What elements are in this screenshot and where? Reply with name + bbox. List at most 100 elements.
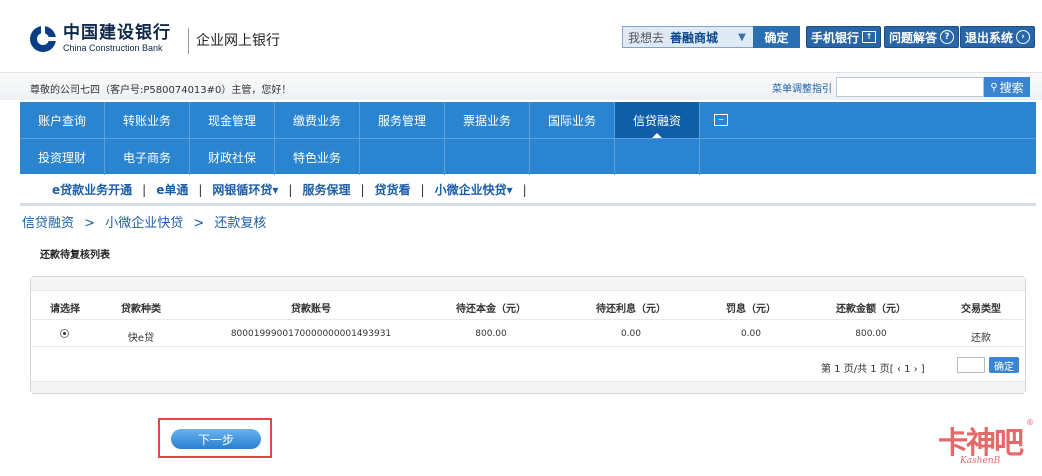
nav-row-2: 投资理财 电子商务 财政社保 特色业务 bbox=[20, 138, 1036, 175]
col-header-account: 贷款账号 bbox=[291, 304, 331, 315]
search-input[interactable] bbox=[836, 77, 984, 97]
breadcrumb-separator: > bbox=[193, 216, 205, 231]
nav-row-1: 账户查询 转账业务 现金管理 缴费业务 服务管理 票据业务 国际业务 信贷融资 … bbox=[20, 102, 1036, 138]
col-header-tx-type: 交易类型 bbox=[961, 304, 1001, 315]
page-number-input[interactable] bbox=[957, 357, 985, 373]
row-select-radio[interactable] bbox=[60, 329, 69, 338]
greeting-text: 尊敬的公司七四（客户号:P580074013#0）主管，您好！ bbox=[30, 85, 292, 96]
header: 中国建设银行 China Construction Bank 企业网上银行 我想… bbox=[0, 0, 1042, 72]
logo-text: 中国建设银行 China Construction Bank bbox=[63, 25, 171, 53]
bank-logo[interactable]: 中国建设银行 China Construction Bank bbox=[28, 24, 171, 54]
nav-item-account-query[interactable]: 账户查询 bbox=[20, 102, 105, 138]
nav-empty-cell bbox=[445, 139, 530, 175]
ccb-logo-icon bbox=[30, 26, 57, 52]
cell-principal: 800.00 bbox=[475, 329, 507, 339]
breadcrumb-item[interactable]: 小微企业快贷 bbox=[105, 216, 183, 231]
breadcrumb-separator: > bbox=[84, 216, 96, 231]
subnav-item-eloan[interactable]: e贷款业务开通 bbox=[52, 181, 132, 198]
subnav-item-edan[interactable]: e单通 bbox=[156, 181, 188, 198]
chevron-down-icon[interactable]: ▼ bbox=[731, 27, 753, 47]
watermark-sub: KashenB bbox=[960, 456, 1001, 466]
menu-guide-link[interactable]: 菜单调整指引 bbox=[772, 80, 832, 95]
col-header-principal: 待还本金（元） bbox=[456, 304, 526, 315]
watermark-reg: ® bbox=[1026, 418, 1034, 427]
nav-item-service-management[interactable]: 服务管理 bbox=[360, 102, 445, 138]
watermark-logo: 卡神吧 KashenB ® bbox=[938, 418, 1034, 474]
search-icon: ⚲ bbox=[990, 81, 998, 93]
faq-button[interactable]: 问题解答 ? bbox=[884, 26, 960, 48]
mobile-banking-button[interactable]: 手机银行 ↑ bbox=[806, 26, 882, 48]
cell-loan-type: 快e贷 bbox=[127, 333, 155, 344]
cell-interest: 0.00 bbox=[620, 329, 642, 339]
nav-item-payment[interactable]: 缴费业务 bbox=[275, 102, 360, 138]
breadcrumb-current: 还款复核 bbox=[214, 216, 267, 231]
nav-empty-cell bbox=[615, 139, 700, 175]
subnav-item-revolving-loan[interactable]: 网银循环贷▾ bbox=[212, 181, 278, 198]
subnav-separator: | bbox=[198, 182, 203, 197]
nav-item-transfer[interactable]: 转账业务 bbox=[105, 102, 190, 138]
col-header-loan-type: 贷款种类 bbox=[121, 304, 161, 315]
logo-divider bbox=[188, 28, 189, 54]
table-row[interactable]: 快e贷 8000199900170000000001493931 800.00 … bbox=[31, 319, 1025, 347]
nav-item-credit-financing[interactable]: 信贷融资 bbox=[615, 102, 700, 138]
subnav-item-factoring[interactable]: 服务保理 bbox=[302, 181, 350, 198]
repayment-table-panel: 请选择 贷款种类 贷款账号 待还本金（元） 待还利息（元） 罚息（元） 还款金额… bbox=[30, 276, 1026, 394]
subnav-separator: | bbox=[142, 182, 147, 197]
goto-label: 我想去 bbox=[628, 30, 665, 45]
nav-item-international[interactable]: 国际业务 bbox=[530, 102, 615, 138]
next-step-button[interactable]: 下一步 bbox=[171, 429, 261, 449]
logout-button[interactable]: 退出系统 › bbox=[960, 26, 1036, 48]
subnav-separator: | bbox=[420, 182, 425, 197]
section-title: 还款待复核列表 bbox=[40, 250, 110, 261]
cell-penalty: 0.00 bbox=[740, 329, 762, 339]
panel-footer-strip bbox=[31, 381, 1025, 393]
nav-empty-cell bbox=[360, 139, 445, 175]
search-button-label: 搜索 bbox=[999, 80, 1024, 95]
greeting-bar: 尊敬的公司七四（客户号:P580074013#0）主管，您好！ 菜单调整指引 ⚲… bbox=[0, 72, 1042, 100]
search-button[interactable]: ⚲ 搜索 bbox=[984, 77, 1030, 97]
col-header-interest: 待还利息（元） bbox=[596, 304, 666, 315]
pager: 第 1 页/共 1 页[ ‹ 1 › ] 确定 bbox=[31, 357, 1025, 377]
cell-amount: 800.00 bbox=[855, 329, 887, 339]
main-nav: 账户查询 转账业务 现金管理 缴费业务 服务管理 票据业务 国际业务 信贷融资 … bbox=[20, 102, 1036, 175]
goto-value[interactable]: 善融商城 bbox=[670, 29, 718, 46]
question-icon: ? bbox=[940, 30, 955, 44]
breadcrumb-item[interactable]: 信贷融资 bbox=[22, 216, 74, 231]
nav-item-bills[interactable]: 票据业务 bbox=[445, 102, 530, 138]
collapse-icon[interactable]: − bbox=[714, 114, 728, 126]
col-header-amount: 还款金额（元） bbox=[836, 304, 906, 315]
col-header-penalty: 罚息（元） bbox=[726, 304, 776, 315]
nav-item-ecommerce[interactable]: 电子商务 bbox=[105, 139, 190, 175]
pager-go-button[interactable]: 确定 bbox=[989, 357, 1019, 373]
nav-empty-cell bbox=[530, 139, 615, 175]
bank-name-en: China Construction Bank bbox=[63, 43, 163, 53]
nav-item-investment[interactable]: 投资理财 bbox=[20, 139, 105, 175]
nav-item-fiscal-social[interactable]: 财政社保 bbox=[190, 139, 275, 175]
mobile-icon: ↑ bbox=[862, 31, 877, 43]
nav-item-special[interactable]: 特色业务 bbox=[275, 139, 360, 175]
sub-nav: e贷款业务开通 | e单通 | 网银循环贷▾ | 服务保理 | 贷货看 | 小微… bbox=[20, 176, 1036, 206]
panel-header-strip bbox=[31, 277, 1025, 291]
logout-label: 退出系统 bbox=[965, 30, 1014, 45]
subnav-item-goods-view[interactable]: 贷货看 bbox=[375, 181, 411, 198]
app-root: { "header": { "bank_name_cn": "中国建设银行", … bbox=[0, 0, 1042, 476]
goto-select[interactable]: 我想去 善融商城 ▼ 确定 bbox=[622, 26, 800, 48]
subnav-separator: | bbox=[522, 182, 527, 197]
next-step-highlight: 下一步 bbox=[158, 418, 272, 458]
nav-item-cash-management[interactable]: 现金管理 bbox=[190, 102, 275, 138]
site-title: 企业网上银行 bbox=[196, 33, 280, 49]
subnav-separator: | bbox=[360, 182, 365, 197]
col-header-select: 请选择 bbox=[50, 304, 80, 315]
mobile-banking-label: 手机银行 bbox=[811, 30, 860, 45]
table-header: 请选择 贷款种类 贷款账号 待还本金（元） 待还利息（元） 罚息（元） 还款金额… bbox=[31, 291, 1025, 319]
faq-label: 问题解答 bbox=[889, 30, 938, 45]
bank-name-cn: 中国建设银行 bbox=[63, 23, 171, 43]
cell-tx-type: 还款 bbox=[971, 333, 991, 344]
cell-account: 8000199900170000000001493931 bbox=[230, 329, 392, 339]
goto-ok-button[interactable]: 确定 bbox=[753, 26, 800, 48]
pager-text: 第 1 页/共 1 页[ ‹ 1 › ] bbox=[821, 364, 925, 375]
arrow-right-icon: › bbox=[1016, 30, 1031, 44]
breadcrumb: 信贷融资 > 小微企业快贷 > 还款复核 bbox=[22, 212, 272, 231]
subnav-separator: | bbox=[288, 182, 293, 197]
subnav-item-sme-quick-loan[interactable]: 小微企业快贷▾ bbox=[435, 181, 513, 198]
